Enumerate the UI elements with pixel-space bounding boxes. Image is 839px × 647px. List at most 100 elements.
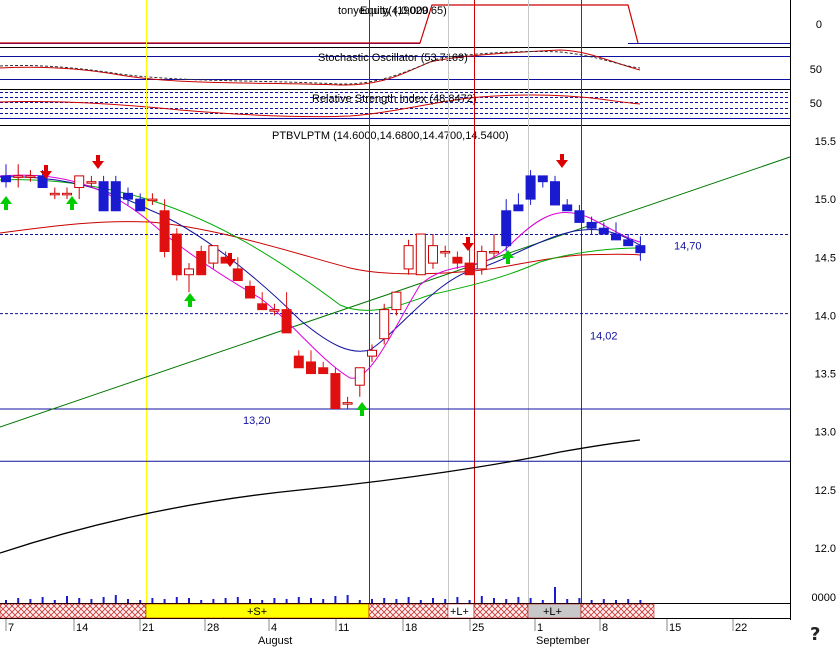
candle — [110, 175, 121, 212]
rsi-tick: 50 — [810, 98, 822, 110]
candle — [123, 187, 133, 205]
price-tick-label: 14.5 — [815, 252, 836, 264]
rsi-title: Relative Strength Index (48.8472) — [312, 93, 477, 105]
candle — [611, 222, 621, 241]
candle — [354, 367, 365, 397]
sell-arrow — [556, 154, 568, 168]
candle — [293, 350, 304, 369]
moving-average-blue — [0, 176, 641, 352]
date-tick-label: 25 — [472, 622, 484, 634]
price-tick-label: 15.5 — [815, 136, 836, 148]
equity-overlay-title: Equity (19029.65) — [360, 5, 447, 17]
chart-canvas: tonyequity(4,0,000 Equity (19029.65) Sto… — [0, 0, 836, 647]
equity-tick: 0 — [816, 19, 822, 31]
candle — [184, 263, 194, 293]
buy-arrow — [356, 402, 368, 416]
month-label-september: September — [536, 635, 590, 647]
volume-tick: 0000 — [812, 592, 836, 604]
candle — [586, 216, 597, 235]
date-tick-label: 1 — [537, 622, 543, 634]
date-tick-label: 15 — [669, 622, 681, 634]
help-icon[interactable]: ? — [810, 624, 820, 645]
month-label-august: August — [258, 635, 292, 647]
buy-arrow — [184, 293, 196, 307]
candle — [245, 280, 255, 299]
candle — [208, 245, 219, 269]
candlestick-series — [1, 164, 646, 409]
candle — [550, 175, 560, 206]
moving-average-green — [0, 179, 641, 311]
candle — [342, 396, 353, 409]
vertical-markers — [146, 0, 582, 603]
candle — [537, 175, 548, 188]
date-tick-label: 7 — [8, 622, 14, 634]
candle — [489, 234, 499, 258]
candle — [452, 251, 463, 269]
candle — [257, 292, 268, 311]
signal-bands: +S+ +L+ +L+ — [0, 603, 655, 619]
candle — [147, 193, 158, 205]
candle — [513, 193, 524, 212]
date-tick-label: 8 — [602, 622, 608, 634]
candle — [196, 245, 207, 276]
price-ticks: 15.5 15.0 14.5 14.0 13.5 13.0 12.5 12.0 — [815, 136, 836, 555]
price-tick-label: 12.5 — [815, 485, 836, 497]
price-line-label: 14,02 — [590, 331, 618, 343]
sell-arrow — [462, 237, 474, 251]
date-tick-label: 28 — [207, 622, 219, 634]
overlay-lines — [0, 156, 791, 554]
candle — [525, 170, 536, 205]
stochastic-tick: 50 — [810, 64, 822, 76]
price-tick-label: 13.5 — [815, 369, 836, 381]
date-tick-label: 4 — [271, 622, 277, 634]
candle — [598, 222, 609, 235]
price-line-label: 13,20 — [243, 415, 271, 427]
band-label-long-2: +L+ — [543, 606, 562, 618]
candle — [171, 228, 182, 281]
candle — [367, 344, 377, 362]
candle — [74, 175, 85, 200]
date-tick-label: 21 — [142, 622, 154, 634]
candle — [318, 361, 329, 375]
equity-line — [0, 4, 639, 44]
moving-average-magenta — [0, 174, 641, 379]
date-tick-label: 14 — [76, 622, 88, 634]
price-tick-label: 12.0 — [815, 543, 836, 555]
price-tick-label: 13.0 — [815, 427, 836, 439]
candle — [379, 303, 390, 345]
price-line-label: 14,70 — [674, 241, 702, 253]
date-tick-label: 18 — [405, 622, 417, 634]
candle — [1, 164, 11, 188]
sell-arrow — [92, 155, 104, 169]
right-axis: 0 50 50 15.5 15.0 14.5 14.0 13.5 13.0 12.5 12.0… — [810, 19, 836, 604]
candle — [428, 234, 438, 269]
candle — [98, 175, 109, 212]
candle — [330, 367, 341, 409]
band-label-long-1: +L+ — [450, 606, 469, 618]
equity-panel: tonyequity(4,0,000 Equity (19029.65) — [0, 4, 790, 44]
candle — [391, 291, 402, 316]
candle — [62, 187, 72, 200]
price-tick-label: 15.0 — [815, 194, 836, 206]
signal-arrows — [0, 154, 568, 416]
long-moving-average — [0, 439, 641, 554]
rsi-panel: Relative Strength Index (48.8472) — [0, 92, 790, 119]
candle — [635, 236, 646, 261]
candle — [415, 233, 426, 276]
stochastic-panel: Stochastic Oscillator (53.7169) — [0, 49, 790, 86]
date-tick-label: 11 — [338, 622, 349, 634]
price-title: PTBVLPTM (14.6000,14.6800,14.4700,14.540… — [272, 130, 509, 142]
candle — [403, 239, 414, 275]
candle — [13, 164, 24, 188]
volume-bars — [5, 587, 642, 603]
buy-arrow — [0, 196, 12, 210]
candle — [281, 292, 292, 334]
stochastic-title: Stochastic Oscillator (53.7169) — [318, 52, 468, 64]
candle — [574, 204, 585, 223]
candle — [501, 199, 512, 252]
price-tick-label: 14.0 — [815, 310, 836, 322]
moving-average-red — [0, 221, 641, 275]
candle — [49, 187, 60, 200]
date-axis: August September 7 14 21 28 4 11 18 25 1 8 15 22 — [5, 619, 747, 647]
date-tick-label: 22 — [735, 622, 747, 634]
